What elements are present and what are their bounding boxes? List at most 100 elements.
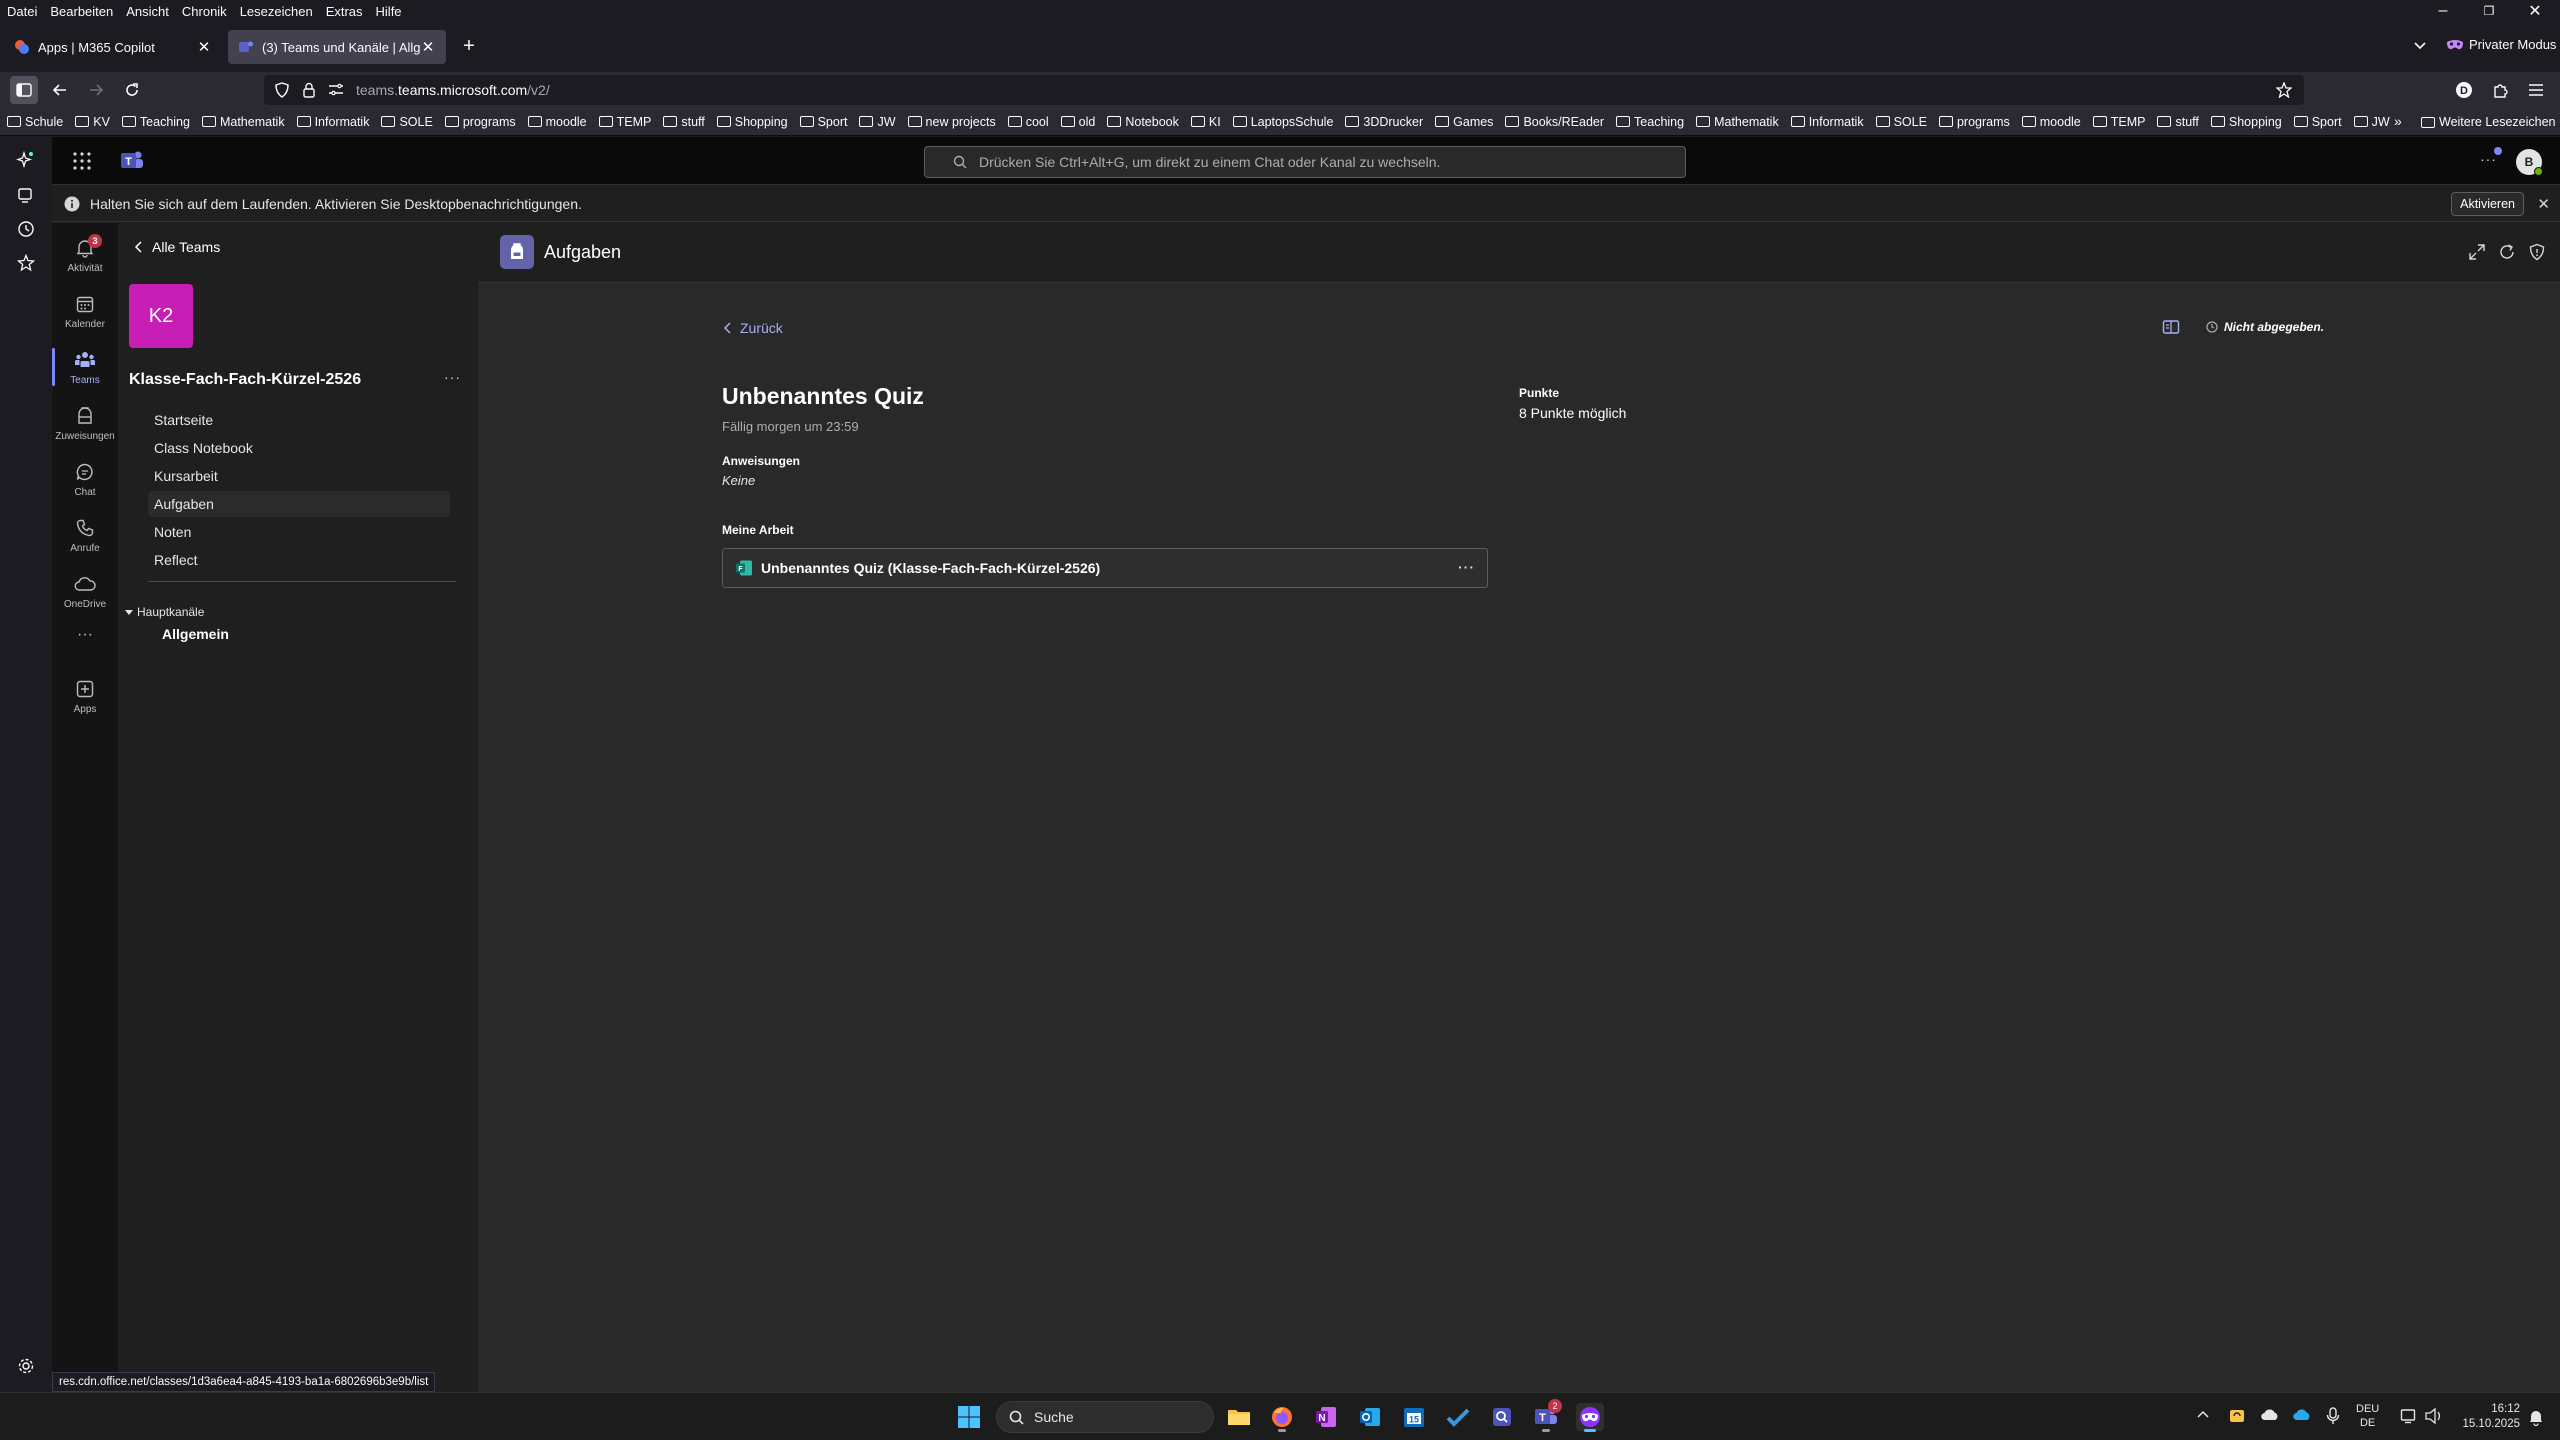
rail-calls[interactable]: Anrufe: [52, 508, 118, 562]
channel-class-notebook[interactable]: Class Notebook: [154, 435, 456, 461]
menu-extras[interactable]: Extras: [319, 4, 369, 19]
menu-ansicht[interactable]: Ansicht: [119, 4, 175, 19]
rail-apps[interactable]: Apps: [52, 669, 118, 723]
bookmark-folder-more[interactable]: Weitere Lesezeichen: [2414, 115, 2560, 129]
bookmark-folder[interactable]: Mathematik: [1689, 115, 1784, 129]
back-icon[interactable]: [46, 76, 74, 104]
history-icon[interactable]: [14, 217, 38, 241]
channel-kursarbeit[interactable]: Kursarbeit: [154, 463, 456, 489]
rail-assignments[interactable]: Zuweisungen: [52, 396, 118, 450]
permissions-icon[interactable]: [328, 83, 344, 97]
rail-activity[interactable]: 3 Aktivität: [52, 228, 118, 282]
app-launcher-icon[interactable]: [72, 151, 92, 171]
url-text[interactable]: teams.teams.microsoft.com/v2/: [356, 82, 550, 98]
outlook-icon[interactable]: [1356, 1403, 1384, 1431]
bookmark-folder[interactable]: Games: [1428, 115, 1498, 129]
search-input[interactable]: Drücken Sie Ctrl+Alt+G, um direkt zu ein…: [924, 146, 1686, 178]
bookmark-folder[interactable]: programs: [438, 115, 521, 129]
bookmarks-star-icon[interactable]: [14, 251, 38, 275]
bookmark-folder[interactable]: new projects: [901, 115, 1001, 129]
bookmark-folder[interactable]: Informatik: [1784, 115, 1869, 129]
bookmark-folder[interactable]: Sport: [2287, 115, 2347, 129]
channel-reflect[interactable]: Reflect: [154, 547, 456, 573]
channel-aufgaben[interactable]: Aufgaben: [148, 491, 450, 517]
bookmark-folder[interactable]: Shopping: [710, 115, 793, 129]
close-tab-icon[interactable]: ✕: [196, 38, 212, 56]
keyboard-language[interactable]: DEU DE: [2356, 1402, 2379, 1430]
bookmark-folder[interactable]: KI: [1184, 115, 1226, 129]
expand-icon[interactable]: [2468, 243, 2486, 261]
close-tab-icon[interactable]: ✕: [420, 38, 436, 56]
extensions-icon[interactable]: [2486, 76, 2514, 104]
notification-center-icon[interactable]: [2528, 1408, 2544, 1426]
onenote-icon[interactable]: N: [1312, 1403, 1340, 1431]
bookmark-folder[interactable]: SOLE: [374, 115, 437, 129]
taskbar-search-box[interactable]: Suche: [996, 1401, 1214, 1433]
bookmark-folder[interactable]: moodle: [2015, 115, 2086, 129]
bookmark-folder[interactable]: KV: [68, 115, 115, 129]
bookmark-folder[interactable]: stuff: [656, 115, 709, 129]
rail-calendar[interactable]: Kalender: [52, 284, 118, 338]
bookmark-folder[interactable]: Teaching: [1609, 115, 1689, 129]
restore-button[interactable]: ❐: [2466, 0, 2512, 22]
display-icon[interactable]: [2400, 1408, 2418, 1424]
shield-info-icon[interactable]: [2528, 243, 2546, 261]
firefox-icon[interactable]: [1268, 1403, 1296, 1432]
chevron-down-icon[interactable]: [2410, 36, 2430, 58]
menu-datei[interactable]: Datei: [0, 4, 43, 19]
bookmark-folder[interactable]: Notebook: [1100, 115, 1184, 129]
bookmark-folder[interactable]: moodle: [521, 115, 592, 129]
back-to-all-teams[interactable]: Alle Teams: [134, 239, 220, 255]
rail-chat[interactable]: Chat: [52, 452, 118, 506]
channel-noten[interactable]: Noten: [154, 519, 456, 545]
account-icon[interactable]: D: [2450, 76, 2478, 104]
bookmark-folder[interactable]: JW: [2347, 115, 2395, 129]
file-explorer-icon[interactable]: [1225, 1403, 1253, 1431]
shield-icon[interactable]: [274, 82, 290, 98]
settings-gear-icon[interactable]: [14, 1354, 38, 1378]
rail-onedrive[interactable]: OneDrive: [52, 564, 118, 618]
back-button[interactable]: Zurück: [724, 320, 783, 336]
onedrive-business-tray-icon[interactable]: [2292, 1408, 2312, 1422]
bookmark-folder[interactable]: programs: [1932, 115, 2015, 129]
sidebar-toggle-icon[interactable]: [10, 76, 38, 104]
menu-chronik[interactable]: Chronik: [175, 4, 233, 19]
bookmark-folder[interactable]: SOLE: [1869, 115, 1932, 129]
bookmark-folder[interactable]: LaptopsSchule: [1226, 115, 1339, 129]
bookmark-folder[interactable]: cool: [1001, 115, 1054, 129]
bookmark-folder[interactable]: Sport: [793, 115, 853, 129]
bookmark-folder[interactable]: Books/REader: [1498, 115, 1609, 129]
section-main-channels[interactable]: Hauptkanäle: [125, 605, 204, 619]
rail-more-apps[interactable]: ···: [52, 617, 118, 653]
calendar-app-icon[interactable]: 15: [1400, 1403, 1428, 1431]
firefox-private-icon[interactable]: [1576, 1403, 1604, 1432]
refresh-icon[interactable]: [2498, 243, 2516, 261]
microphone-icon[interactable]: [2326, 1407, 2340, 1425]
hamburger-menu-icon[interactable]: [2522, 76, 2550, 104]
tab-m365-copilot[interactable]: Apps | M365 Copilot ✕: [4, 30, 222, 64]
todo-icon[interactable]: [1444, 1403, 1472, 1431]
close-window-button[interactable]: ✕: [2512, 0, 2558, 22]
bookmark-star-icon[interactable]: [2276, 82, 2292, 98]
volume-icon[interactable]: [2424, 1407, 2444, 1425]
menu-bearbeiten[interactable]: Bearbeiten: [43, 4, 119, 19]
bookmark-folder[interactable]: Shopping: [2204, 115, 2287, 129]
bookmark-folder[interactable]: JW: [852, 115, 900, 129]
bookmark-folder[interactable]: 3DDrucker: [1338, 115, 1428, 129]
channel-allgemein[interactable]: Allgemein: [162, 626, 229, 642]
ai-chatbot-icon[interactable]: [14, 149, 38, 173]
immersive-reader-icon[interactable]: [2162, 318, 2180, 336]
tab-teams[interactable]: (3) Teams und Kanäle | Allgeme ✕: [228, 30, 446, 64]
channel-startseite[interactable]: Startseite: [154, 407, 456, 433]
teams-taskbar-icon[interactable]: T 2: [1532, 1399, 1562, 1432]
close-banner-icon[interactable]: ✕: [2537, 195, 2550, 213]
bookmark-folder[interactable]: Schule: [0, 115, 68, 129]
bookmark-folder[interactable]: stuff: [2150, 115, 2203, 129]
menu-lesezeichen[interactable]: Lesezeichen: [233, 4, 319, 19]
windows-start-icon[interactable]: [955, 1403, 983, 1431]
bookmark-folder[interactable]: old: [1054, 115, 1101, 129]
minimize-button[interactable]: –: [2420, 0, 2466, 22]
lock-icon[interactable]: [302, 82, 316, 98]
clock[interactable]: 16:12 15.10.2025: [2450, 1402, 2520, 1432]
onedrive-tray-icon[interactable]: [2260, 1408, 2280, 1422]
